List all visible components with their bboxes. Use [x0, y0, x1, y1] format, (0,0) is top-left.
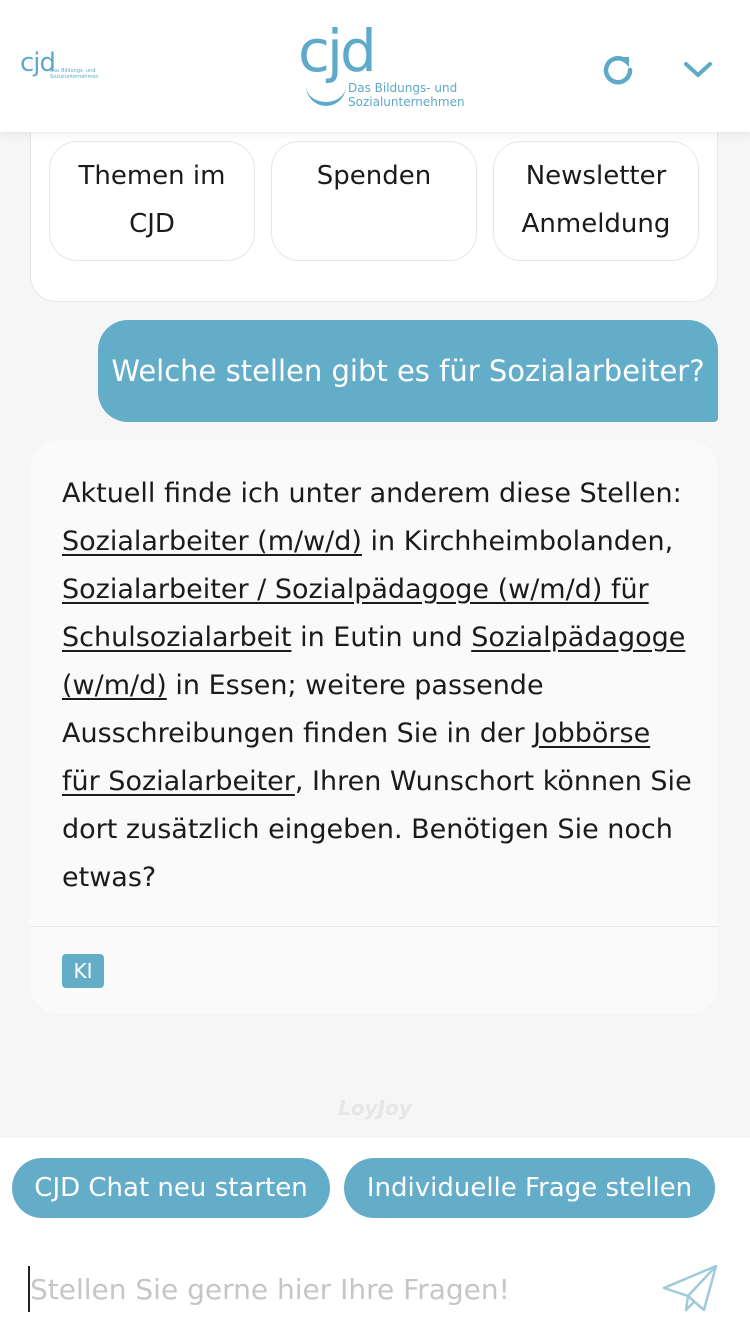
main-logo-tag-line2: Sozialunternehmen: [348, 95, 465, 109]
bot-message-bubble: Aktuell finde ich unter anderem diese St…: [30, 440, 718, 1014]
restart-chat-button[interactable]: CJD Chat neu starten: [12, 1158, 330, 1218]
quick-reply-label-line1: Newsletter: [525, 161, 667, 191]
collapse-button[interactable]: [676, 48, 720, 92]
quick-reply-label-line1: Spenden: [316, 161, 432, 191]
quick-reply-newsletter[interactable]: Newsletter Anmeldung: [493, 141, 699, 261]
header: cjd Das Bildungs- und Sozialunternehmen …: [0, 0, 750, 132]
bot-text-segment: in Kirchheimbolanden,: [361, 526, 674, 557]
job-link-kirchheimbolanden[interactable]: Sozialarbeiter (m/w/d): [62, 526, 362, 557]
message-input[interactable]: [28, 1266, 638, 1312]
quick-reply-label: Spenden: [317, 152, 431, 200]
refresh-button[interactable]: [596, 48, 640, 92]
chevron-down-icon: [684, 62, 712, 77]
user-message-bubble: Welche stellen gibt es für Sozialarbeite…: [98, 320, 718, 422]
quick-reply-spenden[interactable]: Spenden: [271, 141, 477, 261]
quick-reply-label-line1: Themen im: [78, 161, 226, 191]
bot-intro: Aktuell finde ich unter anderem diese St…: [62, 478, 682, 509]
main-logo-tag-line1: Das Bildungs- und: [348, 81, 458, 95]
quick-reply-label-line2: CJD: [129, 209, 175, 239]
powered-by-logo: LoyJoy: [338, 1096, 412, 1120]
user-message-text: Welche stellen gibt es für Sozialarbeite…: [111, 354, 705, 388]
bot-message-divider: [30, 926, 718, 927]
quick-reply-themen[interactable]: Themen im CJD: [49, 141, 255, 261]
send-icon: [662, 1264, 718, 1312]
quick-reply-label: Themen im CJD: [79, 152, 226, 248]
bottom-bar: CJD Chat neu starten Individuelle Frage …: [0, 1138, 750, 1340]
bot-text-segment: in Eutin und: [291, 622, 463, 653]
logo-smile-arc: [306, 84, 346, 106]
refresh-icon: [603, 56, 633, 85]
ki-badge: KI: [62, 954, 104, 988]
message-input-wrapper: [28, 1266, 638, 1312]
send-button[interactable]: [660, 1262, 720, 1316]
quick-reply-label-line2: Anmeldung: [521, 209, 671, 239]
cjd-logo-small: cjd Das Bildungs- und Sozialunternehmen: [20, 50, 99, 90]
cjd-logo: cjd Das Bildungs- und Sozialunternehmen: [298, 22, 468, 112]
main-logo-tag: Das Bildungs- und Sozialunternehmen: [348, 81, 465, 109]
bot-message-text: Aktuell finde ich unter anderem diese St…: [62, 470, 692, 902]
quick-reply-label: Newsletter Anmeldung: [522, 152, 671, 248]
main-logo-mark: cjd: [298, 17, 377, 85]
ask-question-button[interactable]: Individuelle Frage stellen: [344, 1158, 715, 1218]
small-logo-tag: Das Bildungs- und Sozialunternehmen: [50, 68, 99, 80]
